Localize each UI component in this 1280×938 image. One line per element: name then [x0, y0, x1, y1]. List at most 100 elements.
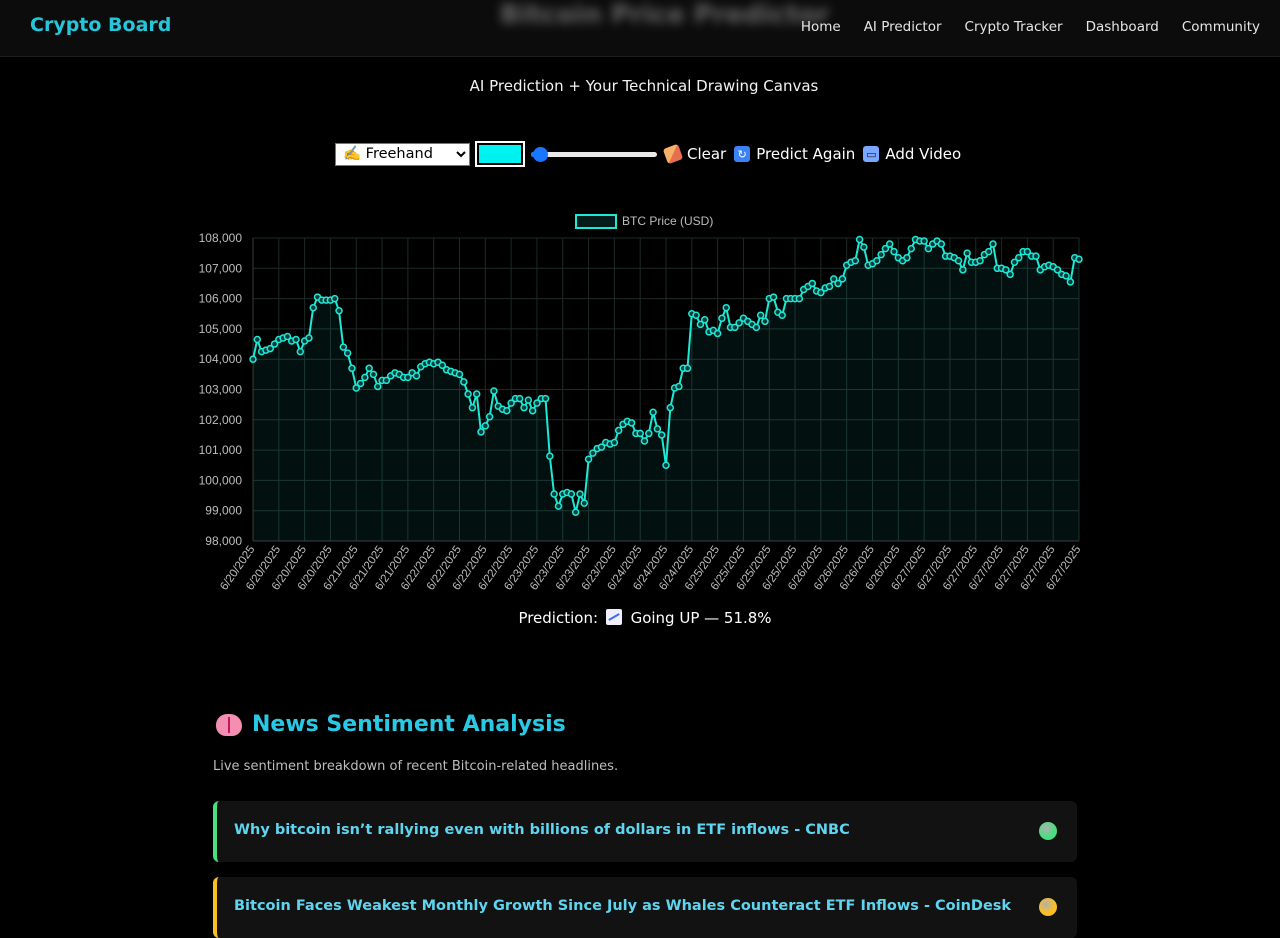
price-point	[576, 490, 584, 498]
page-subtitle: AI Prediction + Your Technical Drawing C…	[469, 77, 819, 95]
price-point	[584, 455, 593, 463]
price-point	[541, 394, 550, 403]
price-point	[903, 253, 911, 262]
price-point	[885, 240, 894, 248]
price-point	[666, 403, 675, 412]
chart-increasing-icon	[605, 609, 622, 625]
nav-link-ai-predictor[interactable]: AI Predictor	[864, 19, 942, 35]
price-point	[1006, 270, 1014, 279]
price-point	[761, 317, 769, 326]
price-point	[636, 429, 644, 438]
nav-link-dashboard[interactable]: Dashboard	[1086, 19, 1159, 35]
price-point	[640, 437, 649, 445]
y-tick-label: 103,000	[199, 383, 243, 397]
price-point	[1075, 255, 1083, 263]
price-point	[567, 490, 576, 498]
price-point	[653, 425, 662, 433]
brush-size-slider[interactable]	[531, 146, 657, 162]
price-point	[253, 335, 262, 344]
price-point	[851, 256, 860, 265]
price-point	[468, 403, 477, 412]
color-picker[interactable]	[475, 141, 525, 167]
price-point	[976, 256, 984, 265]
brand-logo[interactable]: Crypto Board	[30, 14, 171, 36]
blurred-page-title: Bitcoin Price Predictor	[500, 0, 830, 30]
prediction-label: Prediction:	[518, 609, 599, 627]
y-tick-label: 106,000	[199, 292, 243, 306]
price-point	[455, 370, 464, 379]
nav-links: Home AI Predictor Crypto Tracker Dashboa…	[801, 19, 1260, 35]
price-point	[937, 240, 946, 248]
price-point	[412, 372, 421, 380]
slider-thumb[interactable]	[533, 147, 548, 162]
nav-link-community[interactable]: Community	[1182, 19, 1260, 35]
color-picker-fill	[479, 145, 521, 163]
y-tick-label: 107,000	[199, 261, 243, 275]
price-point	[890, 247, 898, 256]
nav-link-home[interactable]: Home	[801, 19, 841, 35]
y-tick-label: 98,000	[205, 534, 242, 548]
y-tick-label: 104,000	[199, 352, 243, 366]
news-item[interactable]: Why bitcoin isn’t rallying even with bil…	[213, 801, 1077, 862]
price-point	[683, 364, 692, 373]
news-section-description: Live sentiment breakdown of recent Bitco…	[213, 759, 619, 774]
price-point	[580, 499, 589, 507]
price-point	[528, 406, 537, 415]
repeat-icon: ↻	[734, 146, 751, 162]
predict-again-button[interactable]: ↻ Predict Again	[734, 145, 855, 163]
prediction-text: Going UP — 51.8%	[630, 609, 772, 627]
y-tick-label: 108,000	[199, 231, 243, 245]
price-point	[348, 364, 356, 373]
price-point	[662, 461, 670, 469]
price-point	[769, 293, 778, 301]
y-tick-label: 101,000	[199, 443, 243, 457]
clear-label: Clear	[687, 145, 727, 163]
price-point	[989, 240, 997, 248]
price-point	[515, 394, 524, 403]
clear-button[interactable]: Clear	[662, 143, 727, 165]
price-point	[752, 323, 761, 332]
price-point	[855, 235, 864, 244]
price-point	[330, 294, 339, 303]
price-point	[713, 329, 722, 338]
price-point	[305, 334, 313, 342]
price-point	[657, 431, 666, 439]
price-point	[546, 452, 554, 460]
add-video-label: Add Video	[885, 145, 962, 163]
price-point	[722, 303, 730, 312]
price-point	[838, 275, 847, 283]
y-tick-label: 105,000	[199, 322, 243, 336]
price-point	[907, 244, 915, 253]
price-point	[296, 347, 305, 356]
price-point	[503, 406, 511, 415]
price-point	[343, 349, 352, 357]
price-point	[365, 364, 373, 373]
price-point	[309, 303, 317, 312]
price-point	[571, 508, 580, 516]
drawing-tool-select[interactable]: ✍️ Freehand	[335, 142, 470, 166]
price-point	[554, 502, 563, 510]
price-point	[356, 379, 365, 388]
price-point	[490, 387, 498, 395]
y-tick-label: 102,000	[199, 413, 243, 427]
y-tick-label: 100,000	[199, 473, 243, 487]
price-point	[692, 311, 700, 320]
price-point	[718, 314, 726, 323]
add-video-button[interactable]: ▭ Add Video	[863, 145, 961, 163]
navbar: Crypto Board Bitcoin Price Predictor Hom…	[0, 0, 1280, 57]
btc-price-chart[interactable]: 108,000 107,000 106,000 105,000 104,000 103,0…	[0, 200, 1280, 610]
price-point	[335, 306, 343, 315]
price-point	[627, 419, 636, 427]
news-headline[interactable]: Why bitcoin isn’t rallying even with bil…	[234, 822, 850, 838]
price-point	[778, 311, 786, 320]
news-item[interactable]: Bitcoin Faces Weakest Monthly Growth Sin…	[213, 877, 1077, 938]
tv-icon: ▭	[863, 146, 880, 162]
price-point	[959, 266, 967, 274]
price-point	[610, 438, 619, 447]
price-point	[877, 250, 885, 259]
price-point	[524, 396, 533, 404]
nav-link-crypto-tracker[interactable]: Crypto Tracker	[965, 19, 1063, 35]
news-section-header: News Sentiment Analysis	[216, 712, 566, 737]
price-point	[1032, 252, 1040, 260]
news-headline[interactable]: Bitcoin Faces Weakest Monthly Growth Sin…	[234, 898, 1011, 914]
